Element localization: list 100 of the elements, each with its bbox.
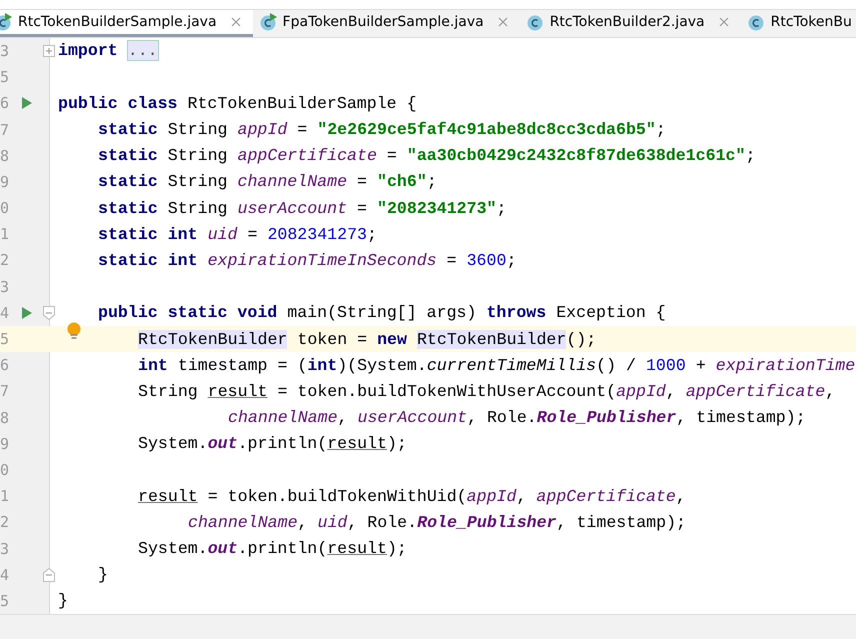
code-text: String: [168, 146, 228, 166]
code-text: ,: [666, 382, 676, 401]
line-number: 1: [0, 225, 10, 244]
code-text: ,: [516, 486, 526, 506]
keyword: public static void: [98, 303, 278, 322]
line-number: 7: [0, 382, 10, 400]
line-number: 9: [0, 434, 10, 453]
code-text: }: [58, 591, 68, 610]
keyword: static: [98, 198, 158, 218]
code-text: ,: [298, 512, 308, 532]
line-number: 4: [0, 304, 10, 322]
collapse-icon[interactable]: [43, 306, 55, 320]
code-text: =: [446, 250, 457, 270]
line-number: 1: [0, 487, 10, 506]
code-text: );: [386, 539, 407, 558]
code-text: ,: [825, 382, 836, 401]
code-text: ;: [496, 198, 506, 218]
close-icon[interactable]: [718, 16, 729, 27]
code-text: String: [138, 382, 198, 401]
code-text: , Role.: [347, 512, 418, 532]
code-text: ();: [566, 330, 596, 349]
file-tab[interactable]: RtcTokenBu: [740, 10, 856, 37]
keyword: static: [98, 146, 158, 166]
field-name: appId: [238, 120, 288, 140]
code-text: , Role.: [467, 408, 537, 428]
string-literal: "2082341273": [377, 198, 497, 218]
line-number: 2: [0, 513, 10, 532]
line-number: 5: [0, 592, 10, 610]
variable-name: result: [327, 434, 387, 454]
code-text: String: [168, 120, 228, 140]
code-text: );: [386, 434, 407, 454]
field-name: appId: [466, 486, 516, 506]
variable-name: result: [138, 486, 198, 506]
line-number: 0: [0, 199, 10, 218]
code-text: () /: [596, 356, 636, 375]
line-number: 4: [0, 566, 10, 584]
field-name: channelName: [228, 408, 338, 428]
line-number: 6: [0, 94, 10, 112]
variable-name: result: [208, 382, 268, 401]
run-icon[interactable]: [22, 306, 32, 319]
code-text: ;: [367, 224, 377, 244]
code-text: .println(: [238, 539, 328, 558]
keyword: int: [138, 356, 168, 375]
code-text: , timestamp);: [676, 408, 806, 428]
code-text: Exception {: [556, 303, 666, 322]
runnable-class-icon: [258, 12, 277, 31]
line-number: 7: [0, 120, 10, 139]
code-text: System.: [138, 434, 208, 454]
code-text: timestamp = (: [178, 356, 308, 375]
field-name: channelName: [188, 512, 298, 532]
line-number: 8: [0, 408, 10, 427]
code-text: = token.buildTokenWithUserAccount(: [278, 382, 616, 401]
code-text: .println(: [238, 434, 328, 454]
field-name: uid: [318, 512, 348, 532]
expand-icon[interactable]: [43, 44, 55, 58]
keyword: public class: [58, 94, 178, 113]
line-number: 8: [0, 146, 10, 165]
file-tab[interactable]: RtcTokenBuilder2.java: [520, 10, 741, 37]
code-text: )(System.: [337, 356, 427, 375]
code-text: = token.buildTokenWithUid(: [208, 486, 467, 506]
code-text: main(String[] args): [287, 303, 476, 322]
run-icon[interactable]: [22, 97, 32, 110]
code-text: ;: [426, 172, 437, 192]
number-literal: 2082341273: [267, 224, 368, 244]
constant-name: out: [208, 539, 238, 558]
folded-imports: ...: [128, 41, 158, 60]
field-name: channelName: [238, 172, 348, 192]
file-tab[interactable]: RtcTokenBuilderSample.java: [0, 10, 253, 37]
close-icon[interactable]: [230, 16, 241, 27]
number-literal: 3600: [466, 250, 506, 270]
code-text: ;: [506, 250, 516, 270]
code-text: =: [357, 172, 368, 192]
keyword: import: [58, 41, 118, 60]
keyword: static int: [98, 224, 198, 244]
code-text: String: [168, 198, 228, 218]
line-number: 6: [0, 356, 10, 374]
keyword: static: [98, 172, 158, 192]
method-name: currentTimeMillis: [426, 356, 596, 375]
keyword: throws: [486, 303, 546, 322]
code-text: String: [168, 172, 228, 192]
code-text: }: [98, 565, 108, 584]
constant-name: Role_Publisher: [417, 512, 557, 532]
close-icon[interactable]: [498, 16, 508, 27]
code-text: ;: [656, 120, 666, 140]
field-name: appCertificate: [686, 382, 826, 401]
code-text: System.: [138, 539, 208, 558]
code-text: ,: [676, 486, 686, 506]
keyword: static int: [98, 250, 198, 270]
keyword: static: [98, 120, 158, 140]
file-tab[interactable]: FpaTokenBuilderSample.java: [252, 10, 520, 37]
code-text: ,: [338, 408, 348, 428]
class-icon: [526, 12, 544, 31]
string-literal: "ch6": [377, 172, 427, 192]
collapse-icon[interactable]: [43, 568, 55, 582]
field-name: userAccount: [238, 198, 348, 218]
lightbulb-icon[interactable]: [67, 322, 81, 340]
code-text: =: [357, 198, 368, 218]
field-name: expirationTime: [716, 356, 856, 375]
line-number: 5: [0, 330, 10, 348]
highlighted-type: RtcTokenBuilder: [416, 330, 566, 349]
